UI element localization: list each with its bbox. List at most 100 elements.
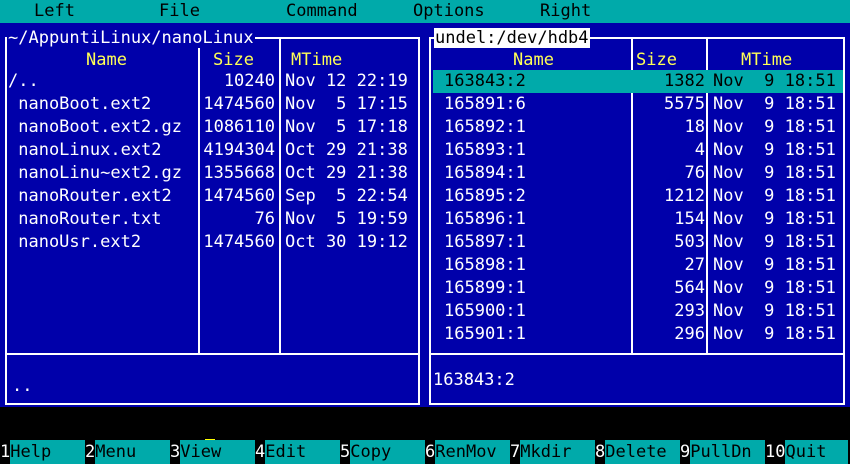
fkey-view[interactable]: 3View [170, 440, 256, 464]
menu-bar: Left File Command Options Right [0, 0, 850, 23]
file-size: 4 [694, 140, 705, 160]
file-mtime: Oct 30 19:12 [285, 232, 408, 252]
left-file-row[interactable]: nanoLinu~ext2.gz 1355668 Oct 29 21:38 [7, 162, 418, 185]
right-file-row[interactable]: 163843:2 1382 Nov 9 18:51 [433, 70, 843, 93]
left-header-name[interactable]: Name [86, 50, 127, 70]
fkey-copy[interactable]: 5Copy [340, 440, 426, 464]
right-header-name[interactable]: Name [513, 50, 554, 70]
file-mtime: Nov 9 18:51 [713, 117, 836, 137]
file-size: 1086110 [203, 117, 275, 137]
file-mtime: Nov 12 22:19 [285, 71, 408, 91]
right-status: 163843:2 [433, 370, 515, 390]
fkey-delete[interactable]: 8Delete [595, 440, 681, 464]
right-file-row[interactable]: 165899:1 564 Nov 9 18:51 [433, 277, 843, 300]
command-line[interactable]: daniele@dinkel:~$ [0, 414, 850, 458]
menu-command[interactable]: Command [286, 0, 358, 23]
file-size: 76 [684, 163, 705, 183]
fkey-edit[interactable]: 4Edit [255, 440, 341, 464]
right-status-divider [429, 353, 845, 355]
left-file-row[interactable]: nanoRouter.txt 76 Nov 5 19:59 [7, 208, 418, 231]
file-size: 5575 [664, 94, 705, 114]
right-file-row[interactable]: 165897:1 503 Nov 9 18:51 [433, 231, 843, 254]
right-file-row[interactable]: 165894:1 76 Nov 9 18:51 [433, 162, 843, 185]
file-size: 1212 [664, 186, 705, 206]
fkey-label: Edit [265, 440, 341, 464]
fkey-label: Help [10, 440, 86, 464]
function-key-bar: 1Help 2Menu 3View 4Edit 5Copy 6RenMov 7Mkdir 8D… [0, 440, 850, 464]
file-mtime: Nov 5 17:18 [285, 117, 408, 137]
left-file-row[interactable]: nanoUsr.ext2 1474560 Oct 30 19:12 [7, 231, 418, 254]
left-status: .. [12, 376, 33, 396]
file-size: 293 [674, 301, 705, 321]
fkey-label: PullDn [690, 440, 766, 464]
right-file-row[interactable]: 165896:1 154 Nov 9 18:51 [433, 208, 843, 231]
left-panel-title[interactable]: ~/AppuntiLinux/nanoLinux [7, 28, 255, 48]
fkey-number: 9 [680, 442, 691, 462]
fkey-renmov[interactable]: 6RenMov [425, 440, 511, 464]
fkey-number: 8 [595, 442, 606, 462]
file-mtime: Sep 5 22:54 [285, 186, 408, 206]
fkey-label: Quit [785, 440, 849, 464]
fkey-mkdir[interactable]: 7Mkdir [510, 440, 596, 464]
left-file-row[interactable]: nanoLinux.ext2 4194304 Oct 29 21:38 [7, 139, 418, 162]
file-size: 18 [684, 117, 705, 137]
left-header-size[interactable]: Size [213, 50, 254, 70]
fkey-number: 3 [170, 442, 181, 462]
file-size: 296 [674, 324, 705, 344]
right-panel-title[interactable]: undel:/dev/hdb4 [434, 28, 590, 48]
fkey-label: View [180, 440, 256, 464]
fkey-pulldn[interactable]: 9PullDn [680, 440, 766, 464]
right-header-mtime[interactable]: MTime [741, 50, 792, 70]
file-mtime: Nov 9 18:51 [713, 324, 836, 344]
left-panel[interactable]: ~/AppuntiLinux/nanoLinux Name Size MTime… [0, 23, 425, 407]
menu-left[interactable]: Left [34, 0, 75, 23]
file-mtime: Nov 9 18:51 [713, 232, 836, 252]
fkey-number: 2 [85, 442, 96, 462]
right-panel[interactable]: undel:/dev/hdb4 Name Size MTime 163843:2… [425, 23, 850, 407]
file-mtime: Nov 5 17:15 [285, 94, 408, 114]
fkey-help[interactable]: 1Help [0, 440, 86, 464]
right-file-row[interactable]: 165891:6 5575 Nov 9 18:51 [433, 93, 843, 116]
fkey-label: Mkdir [520, 440, 596, 464]
file-size: 10240 [223, 71, 275, 91]
file-size: 503 [674, 232, 705, 252]
left-file-row[interactable]: nanoBoot.ext2.gz 1086110 Nov 5 17:18 [7, 116, 418, 139]
menu-file[interactable]: File [159, 0, 200, 23]
file-mtime: Nov 9 18:51 [713, 255, 836, 275]
fkey-label: Copy [350, 440, 426, 464]
fkey-number: 6 [425, 442, 436, 462]
right-file-row[interactable]: 165893:1 4 Nov 9 18:51 [433, 139, 843, 162]
file-mtime: Nov 9 18:51 [713, 140, 836, 160]
file-size: 564 [674, 278, 705, 298]
right-header-size[interactable]: Size [636, 50, 677, 70]
fkey-number: 5 [340, 442, 351, 462]
left-file-row[interactable]: /.. 10240 Nov 12 22:19 [7, 70, 418, 93]
file-size: 1355668 [203, 163, 275, 183]
right-file-row[interactable]: 165892:1 18 Nov 9 18:51 [433, 116, 843, 139]
fkey-number: 7 [510, 442, 521, 462]
fkey-number: 1 [0, 442, 11, 462]
file-mtime: Nov 9 18:51 [713, 186, 836, 206]
left-file-row[interactable]: nanoBoot.ext2 1474560 Nov 5 17:15 [7, 93, 418, 116]
file-mtime: Nov 9 18:51 [713, 94, 836, 114]
file-mtime: Nov 9 18:51 [713, 71, 836, 91]
file-size: 1474560 [203, 186, 275, 206]
file-size: 27 [684, 255, 705, 275]
left-status-divider [5, 353, 420, 355]
file-mtime: Nov 9 18:51 [713, 163, 836, 183]
menu-right[interactable]: Right [540, 0, 591, 23]
fkey-number: 4 [255, 442, 266, 462]
right-file-row[interactable]: 165898:1 27 Nov 9 18:51 [433, 254, 843, 277]
menu-options[interactable]: Options [413, 0, 485, 23]
fkey-number: 10 [765, 442, 786, 462]
left-header-mtime[interactable]: MTime [291, 50, 342, 70]
file-size: 1474560 [203, 94, 275, 114]
fkey-quit[interactable]: 10Quit [765, 440, 849, 464]
file-size: 4194304 [203, 140, 275, 160]
right-file-row[interactable]: 165895:2 1212 Nov 9 18:51 [433, 185, 843, 208]
left-file-row[interactable]: nanoRouter.ext2 1474560 Sep 5 22:54 [7, 185, 418, 208]
right-file-row[interactable]: 165901:1 296 Nov 9 18:51 [433, 323, 843, 346]
fkey-menu[interactable]: 2Menu [85, 440, 171, 464]
right-file-row[interactable]: 165900:1 293 Nov 9 18:51 [433, 300, 843, 323]
file-size: 154 [674, 209, 705, 229]
